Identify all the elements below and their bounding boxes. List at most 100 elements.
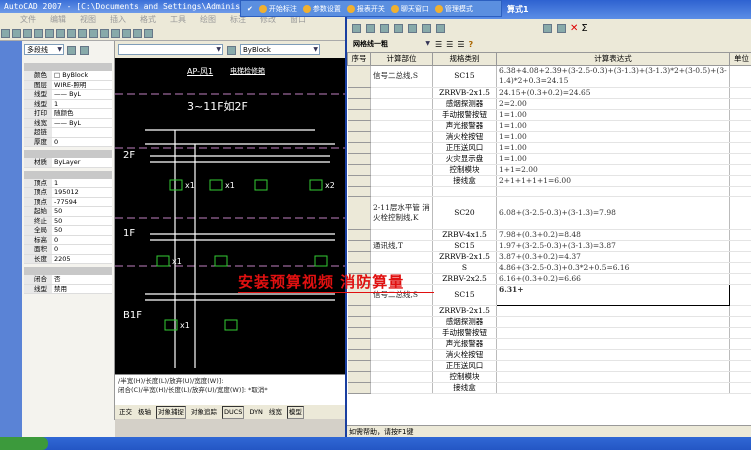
row-index-cell[interactable] [347,360,371,373]
part-cell[interactable] [370,164,433,176]
expression-cell-editing[interactable]: 6.31+ [496,283,730,307]
part-cell[interactable] [370,382,433,395]
part-cell[interactable] [370,349,433,362]
property-value[interactable] [52,128,112,138]
part-cell[interactable] [370,251,433,263]
expression-cell[interactable] [496,316,730,329]
part-cell[interactable]: 通讯线,T [370,240,433,252]
spec-cell[interactable]: 控制模块 [432,371,497,384]
row-index-cell[interactable] [347,305,371,318]
property-row[interactable]: 线型 —— ByL [24,90,112,100]
col-header-index[interactable]: 序号 [347,52,371,66]
part-cell[interactable] [370,186,433,198]
open-icon[interactable] [12,29,21,38]
spec-cell[interactable]: SC15 [432,65,497,88]
spec-cell[interactable]: 消火栓按钮 [432,131,497,143]
spec-cell[interactable]: SC15 [432,240,497,252]
part-cell[interactable] [370,142,433,154]
expression-cell[interactable] [496,338,730,351]
spec-cell[interactable]: 火灾显示盘 [432,153,497,165]
unit-cell[interactable] [729,142,751,154]
drawing-canvas[interactable]: AP-风1 电梯检修箱 3~11F如2F 2F 1F B1F x1 x1 x2 … [115,58,345,374]
unit-cell[interactable] [729,196,751,230]
spec-cell[interactable]: 控制模块 [432,164,497,176]
row-index-cell[interactable] [347,175,371,187]
spec-cell[interactable]: ZRRVB-2x1.5 [432,251,497,263]
unit-cell[interactable] [729,109,751,121]
color-select[interactable]: ByBlock [240,44,320,55]
menu-tools[interactable]: 工具 [170,13,186,27]
toggle-ducs[interactable]: DUCS [222,406,245,419]
col-header-unit[interactable]: 单位 [729,52,751,66]
spec-cell[interactable]: 感烟探测器 [432,316,497,329]
part-cell[interactable]: 2-11层水平管 消火栓控制线,K [370,196,433,230]
zoom-icon[interactable] [122,29,131,38]
row-index-cell[interactable] [347,229,371,241]
part-cell[interactable] [370,305,433,318]
property-value[interactable]: 2205 [52,254,112,264]
expression-cell[interactable]: 1=1.00 [496,131,730,143]
delete-icon[interactable]: ✕ [570,23,578,34]
menu-file[interactable]: 文件 [20,13,36,27]
row-index-cell[interactable] [347,109,371,121]
spec-cell[interactable]: 手动报警按钮 [432,109,497,121]
property-row[interactable]: 闭合否 [24,275,112,285]
property-row[interactable]: 厚度 0 [24,137,112,147]
row-index-cell[interactable] [347,153,371,165]
unit-cell[interactable] [729,131,751,143]
toggle-lineweight[interactable]: 线宽 [268,405,283,419]
property-row[interactable]: 线宽 —— ByL [24,118,112,128]
property-row[interactable]: 线型 禁用 [24,284,112,294]
part-cell[interactable] [370,316,433,329]
property-row[interactable]: 图层 WIRE-照明 [24,80,112,90]
copy-icon[interactable] [543,23,552,33]
expression-cell[interactable]: 6.16+(0.3+0.2)=6.66 [496,273,730,285]
spec-cell[interactable]: 接线盒 [432,382,497,395]
property-value[interactable]: 0 [52,235,112,245]
expression-cell[interactable]: 1+1=2.00 [496,164,730,176]
sum-icon[interactable]: Σ [581,23,587,34]
spec-cell[interactable]: SC15 [432,284,497,307]
unit-cell[interactable] [729,240,751,252]
row-index-cell[interactable] [347,371,371,384]
spec-cell[interactable]: 正压送风口 [432,360,497,373]
property-row[interactable]: 颜色 □ ByBlock [24,71,112,81]
insert-row-icon[interactable] [422,23,431,33]
property-row[interactable]: 顶点 -77594 [24,197,112,207]
save-icon[interactable] [380,23,389,33]
select-objects-icon[interactable] [67,46,76,55]
expression-cell[interactable]: 4.86+(3-2.5-0.3)+0.3*2+0.5=6.16 [496,262,730,274]
menu-draw[interactable]: 绘图 [200,13,216,27]
unit-cell[interactable] [729,164,751,176]
row-index-cell[interactable] [347,316,371,329]
new-icon[interactable] [1,29,10,38]
row-index-cell[interactable] [347,349,371,362]
menu-edit[interactable]: 编辑 [50,13,66,27]
spec-cell[interactable]: 感烟探测器 [432,98,497,110]
property-value[interactable]: —— ByL [52,118,112,128]
preview-icon[interactable] [45,29,54,38]
row-index-cell[interactable] [347,338,371,351]
floatbar-admin[interactable]: 管理模式 [434,4,473,14]
part-cell[interactable] [370,153,433,165]
expression-cell[interactable]: 1=1.00 [496,109,730,121]
unit-cell[interactable] [729,284,751,307]
row-index-cell[interactable] [347,142,371,154]
menu-view[interactable]: 视图 [80,13,96,27]
unit-cell[interactable] [729,186,751,198]
property-value[interactable]: WIRE-照明 [52,80,112,90]
property-value[interactable]: 195012 [52,188,112,198]
property-row[interactable]: 线型 1 [24,99,112,109]
section-general[interactable] [24,63,112,71]
unit-cell[interactable] [729,273,751,285]
expression-cell[interactable]: 1=1.00 [496,153,730,165]
save-icon[interactable] [23,29,32,38]
floatbar-start-label[interactable]: 开始标注 [258,4,297,14]
expression-cell[interactable]: 1=1.00 [496,142,730,154]
part-cell[interactable] [370,98,433,110]
help-icon[interactable]: ? [469,40,474,49]
spec-cell[interactable]: ZRBV-2x2.5 [432,273,497,285]
expression-cell[interactable]: 24.15+(0.3+0.2)=24.65 [496,87,730,99]
copy-icon[interactable] [67,29,76,38]
section-3d[interactable] [24,150,112,158]
